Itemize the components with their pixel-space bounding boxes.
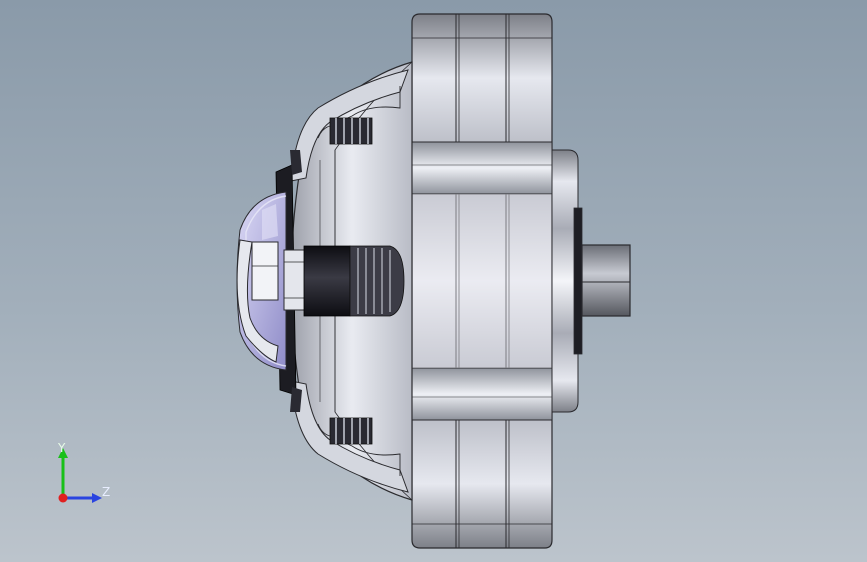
- drum-bands: [411, 141, 553, 421]
- x-axis-dot: [58, 493, 68, 503]
- 3d-model-view[interactable]: [0, 0, 867, 562]
- upper-spring: [329, 117, 373, 145]
- y-axis-label: Y: [58, 441, 66, 455]
- lower-spring: [329, 417, 373, 445]
- cad-viewport[interactable]: Y Z: [0, 0, 867, 562]
- z-axis-label: Z: [102, 485, 111, 499]
- hex-nut: [283, 249, 307, 311]
- connector-barrel: [303, 245, 405, 317]
- orientation-triad[interactable]: [40, 438, 120, 512]
- hub-plate: [551, 149, 583, 413]
- output-shaft: [581, 244, 631, 317]
- z-axis-arrowhead: [92, 493, 102, 503]
